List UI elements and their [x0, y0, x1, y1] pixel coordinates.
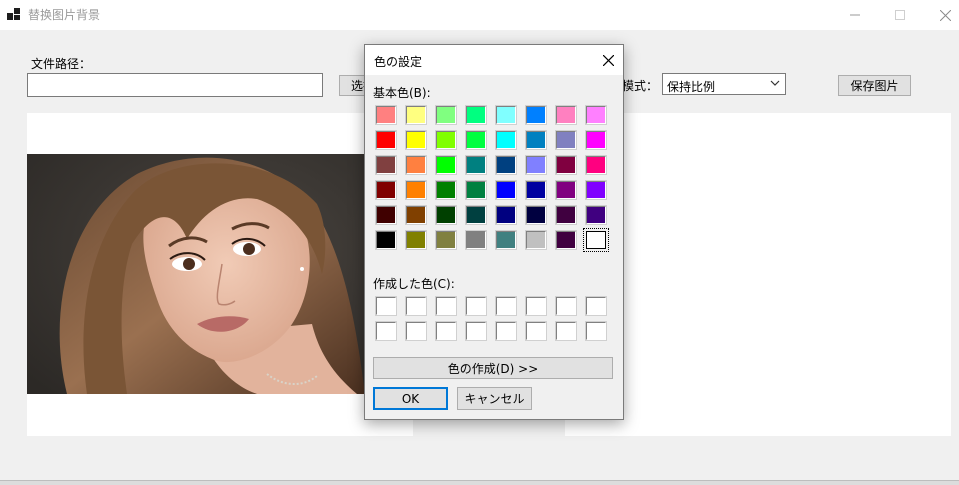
mode-select-value: 保持比例 — [667, 80, 716, 94]
app-icon — [7, 8, 20, 21]
custom-color-swatch[interactable] — [555, 296, 577, 316]
ok-button[interactable]: OK — [373, 387, 448, 410]
custom-color-swatch[interactable] — [525, 321, 547, 341]
file-path-input[interactable] — [27, 73, 323, 97]
portrait-image — [27, 154, 365, 394]
custom-color-swatch[interactable] — [555, 321, 577, 341]
window-title: 替换图片背景 — [28, 8, 101, 22]
custom-color-swatch[interactable] — [495, 321, 517, 341]
minimize-icon — [850, 14, 860, 16]
chevron-down-icon — [770, 80, 780, 86]
mode-label: 模式： — [622, 79, 659, 93]
color-dialog: 色の設定 基本色(B): 作成した色(C): 色の作成(D) >> OK キャン… — [364, 44, 624, 420]
custom-color-swatch[interactable] — [585, 321, 607, 341]
custom-color-swatch[interactable] — [405, 296, 427, 316]
custom-color-swatch[interactable] — [465, 296, 487, 316]
custom-color-swatch[interactable] — [465, 321, 487, 341]
maximize-icon — [895, 10, 905, 20]
close-window-button[interactable] — [922, 0, 959, 30]
custom-color-swatch[interactable] — [525, 296, 547, 316]
custom-color-swatch[interactable] — [495, 296, 517, 316]
save-image-button[interactable]: 保存图片 — [838, 75, 911, 96]
custom-color-swatch[interactable] — [375, 321, 397, 341]
mode-select[interactable]: 保持比例 — [662, 73, 786, 95]
close-icon — [939, 9, 951, 21]
custom-color-swatch[interactable] — [405, 321, 427, 341]
cancel-button[interactable]: キャンセル — [457, 387, 532, 410]
file-path-label: 文件路径： — [31, 57, 92, 71]
custom-color-swatch[interactable] — [375, 296, 397, 316]
custom-color-swatch[interactable] — [435, 296, 457, 316]
title-bar — [0, 0, 959, 30]
custom-color-swatch[interactable] — [435, 321, 457, 341]
define-custom-colors-button[interactable]: 色の作成(D) >> — [373, 357, 613, 379]
custom-color-swatch[interactable] — [585, 296, 607, 316]
minimize-button[interactable] — [832, 0, 878, 30]
taskbar-strip — [0, 481, 959, 485]
custom-colors-grid — [365, 45, 623, 345]
maximize-button[interactable] — [877, 0, 923, 30]
